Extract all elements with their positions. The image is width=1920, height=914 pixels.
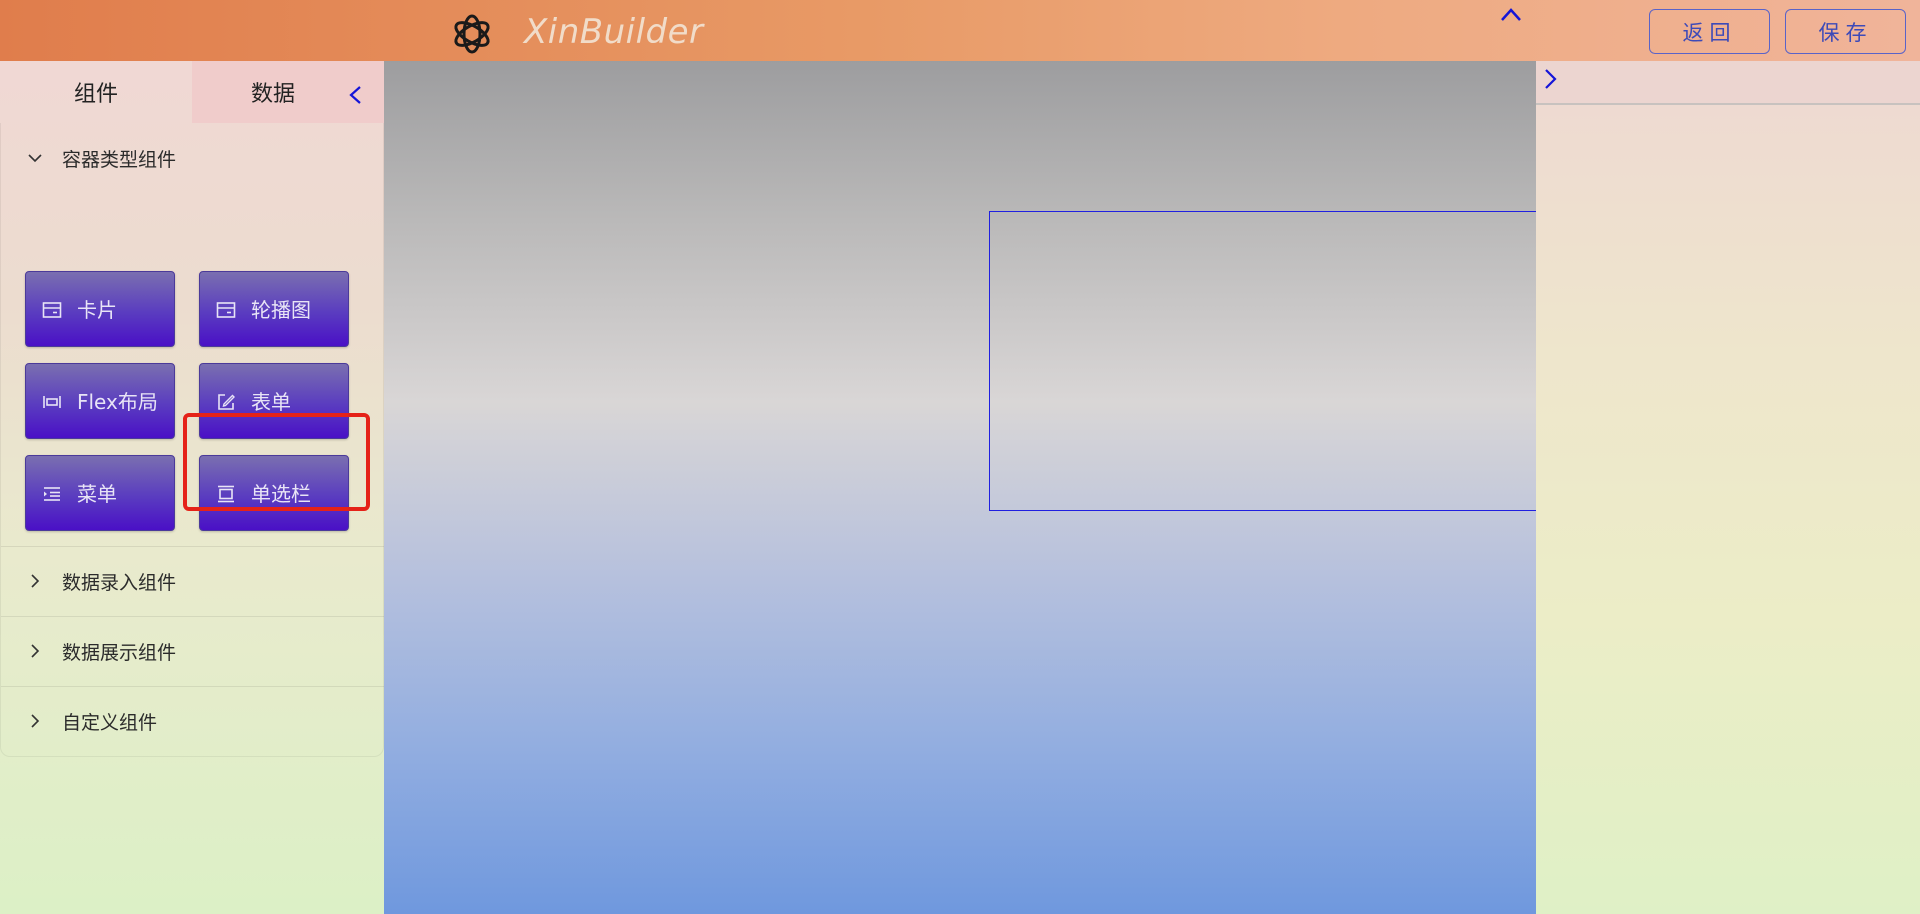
tab-components[interactable]: 组件 (0, 61, 192, 123)
chevron-right-icon (31, 644, 40, 658)
form-highlight-box (183, 413, 370, 511)
app-title: XinBuilder (524, 12, 704, 52)
edit-form-icon (218, 394, 235, 410)
chevron-right-icon (31, 574, 40, 588)
openai-knot-logo-icon (454, 14, 490, 54)
section-container-components[interactable]: 容器类型组件 (1, 123, 385, 193)
properties-panel (1536, 61, 1920, 914)
section-custom-components[interactable]: 自定义组件 (1, 686, 385, 756)
component-label: 轮播图 (251, 298, 311, 322)
save-button[interactable]: 保存 (1785, 9, 1906, 54)
section-label: 数据录入组件 (62, 571, 177, 594)
menu-indent-icon (44, 487, 60, 501)
chevron-left-icon[interactable] (346, 85, 364, 105)
flex-layout-icon (43, 396, 61, 408)
section-data-entry-components[interactable]: 数据录入组件 (1, 546, 385, 616)
chevron-down-icon (28, 154, 42, 163)
component-label: 表单 (251, 390, 291, 414)
chevron-right-icon (31, 714, 40, 728)
carousel-icon (216, 302, 236, 318)
card-icon (42, 302, 62, 318)
chevron-up-icon[interactable] (1498, 4, 1524, 26)
top-header: XinBuilder 返回 保存 (0, 0, 1920, 61)
component-carousel-button[interactable]: 轮播图 (199, 271, 349, 347)
properties-panel-toolbar (1536, 61, 1920, 105)
section-label: 容器类型组件 (62, 148, 177, 171)
selected-component-outline[interactable] (989, 211, 1590, 511)
component-card-button[interactable]: 卡片 (25, 271, 175, 347)
component-label: 卡片 (77, 298, 117, 322)
component-label: 菜单 (77, 482, 117, 506)
chevron-right-icon[interactable] (1542, 68, 1560, 90)
section-label: 数据展示组件 (62, 641, 177, 664)
component-flex-layout-button[interactable]: Flex布局 (25, 363, 175, 439)
component-menu-button[interactable]: 菜单 (25, 455, 175, 531)
section-data-display-components[interactable]: 数据展示组件 (1, 616, 385, 686)
design-canvas[interactable] (384, 61, 1590, 914)
back-button[interactable]: 返回 (1649, 9, 1770, 54)
section-label: 自定义组件 (62, 711, 158, 734)
component-accordion: 容器类型组件 卡片 轮播图 Flex布局 表单 菜单 单选栏 数据录入组件 数据… (0, 123, 385, 757)
component-panel: 组件 数据 容器类型组件 卡片 轮播图 Flex布局 表单 菜单 单选栏 数据录… (0, 61, 385, 914)
component-label: Flex布局 (77, 390, 158, 414)
